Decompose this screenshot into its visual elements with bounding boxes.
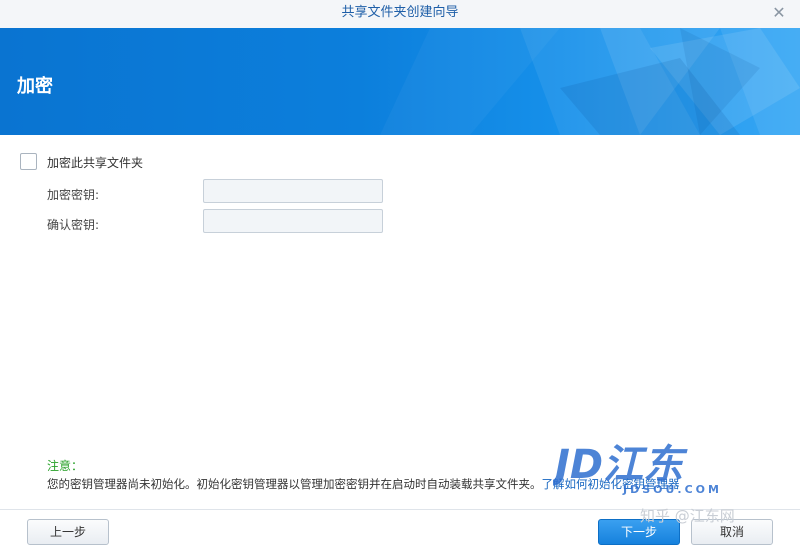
watermark-logo: JD江东 JDSOU.COM	[553, 442, 722, 496]
watermark-site-text: 知乎 @江东网	[640, 507, 735, 525]
key-label: 加密密钥:	[47, 188, 100, 202]
page-heading: 加密	[17, 76, 53, 97]
watermark-logo-text: JD江东	[553, 442, 688, 488]
confirm-key-input[interactable]	[203, 209, 383, 233]
note-title: 注意：	[47, 459, 84, 473]
note-message: 您的密钥管理器尚未初始化。初始化密钥管理器以管理加密密钥并在启动时自动装载共享文…	[47, 477, 542, 491]
encrypt-checkbox[interactable]	[20, 153, 37, 170]
key-input[interactable]	[203, 179, 383, 203]
previous-button[interactable]: 上一步	[27, 519, 109, 545]
watermark-logo-sub: JDSOU.COM	[622, 483, 722, 496]
close-icon[interactable]: ✕	[770, 4, 788, 22]
window-title: 共享文件夹创建向导	[341, 5, 459, 20]
header-banner: 加密	[0, 28, 800, 135]
encrypt-checkbox-label[interactable]: 加密此共享文件夹	[47, 154, 143, 171]
banner-decoration	[380, 28, 800, 135]
confirm-key-label: 确认密钥:	[47, 218, 100, 232]
window-titlebar: 共享文件夹创建向导 ✕	[0, 0, 800, 29]
